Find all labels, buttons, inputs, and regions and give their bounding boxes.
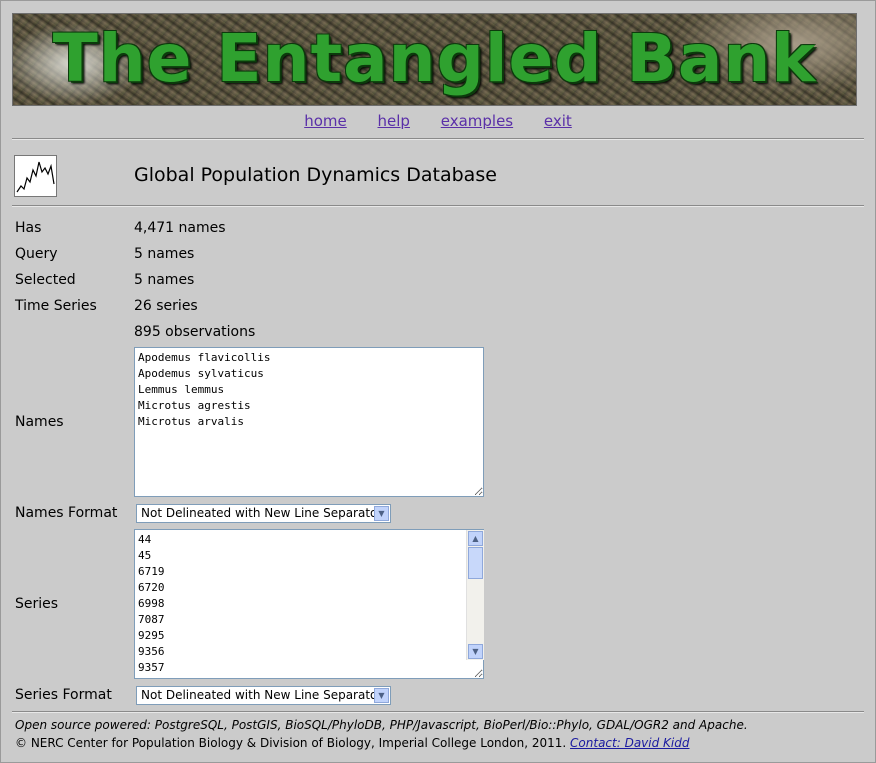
divider <box>12 711 864 713</box>
chevron-down-icon[interactable]: ▼ <box>374 506 389 521</box>
divider <box>12 138 864 140</box>
has-value: 4,471 names <box>134 220 226 236</box>
time-series-value: 26 series <box>134 298 198 314</box>
selected-value: 5 names <box>134 272 195 288</box>
series-format-label: Series Format <box>15 687 112 703</box>
database-title: Global Population Dynamics Database <box>134 164 497 186</box>
nav-help-link[interactable]: help <box>378 112 410 130</box>
nav-exit-link[interactable]: exit <box>544 112 572 130</box>
time-series-label: Time Series <box>15 298 97 314</box>
contact-link[interactable]: Contact: David Kidd <box>570 736 689 750</box>
series-format-selected: Not Delineated with New Line Separator <box>141 688 383 702</box>
scroll-thumb[interactable] <box>468 547 483 579</box>
query-label: Query <box>15 246 58 262</box>
copyright-text: © NERC Center for Population Biology & D… <box>15 736 567 750</box>
has-label: Has <box>15 220 42 236</box>
series-label: Series <box>15 596 59 612</box>
nav-home-link[interactable]: home <box>304 112 347 130</box>
scroll-down-icon[interactable]: ▼ <box>468 644 483 659</box>
chevron-down-icon[interactable]: ▼ <box>374 688 389 703</box>
scroll-up-icon[interactable]: ▲ <box>468 531 483 546</box>
banner: The Entangled Bank <box>12 13 857 106</box>
population-chart-icon <box>14 155 57 197</box>
series-scrollbar[interactable]: ▲ ▼ <box>466 530 484 660</box>
top-nav: home help examples exit <box>1 112 875 130</box>
powered-by-text: Open source powered: PostgreSQL, PostGIS… <box>15 718 748 732</box>
copyright-line: © NERC Center for Population Biology & D… <box>15 736 689 750</box>
series-textarea[interactable]: 44 45 6719 6720 6998 7087 9295 9356 9357 <box>134 529 484 679</box>
nav-examples-link[interactable]: examples <box>441 112 513 130</box>
divider <box>12 205 864 207</box>
banner-title: The Entangled Bank <box>52 20 817 97</box>
query-value: 5 names <box>134 246 195 262</box>
names-textarea[interactable]: Apodemus flavicollis Apodemus sylvaticus… <box>134 347 484 497</box>
names-label: Names <box>15 414 64 430</box>
selected-label: Selected <box>15 272 76 288</box>
page-frame: The Entangled Bank home help examples ex… <box>0 0 876 763</box>
names-format-selected: Not Delineated with New Line Separator <box>141 506 383 520</box>
names-format-label: Names Format <box>15 505 118 521</box>
observations-value: 895 observations <box>134 324 256 340</box>
names-format-select[interactable]: Not Delineated with New Line Separator ▼ <box>136 504 391 523</box>
series-format-select[interactable]: Not Delineated with New Line Separator ▼ <box>136 686 391 705</box>
